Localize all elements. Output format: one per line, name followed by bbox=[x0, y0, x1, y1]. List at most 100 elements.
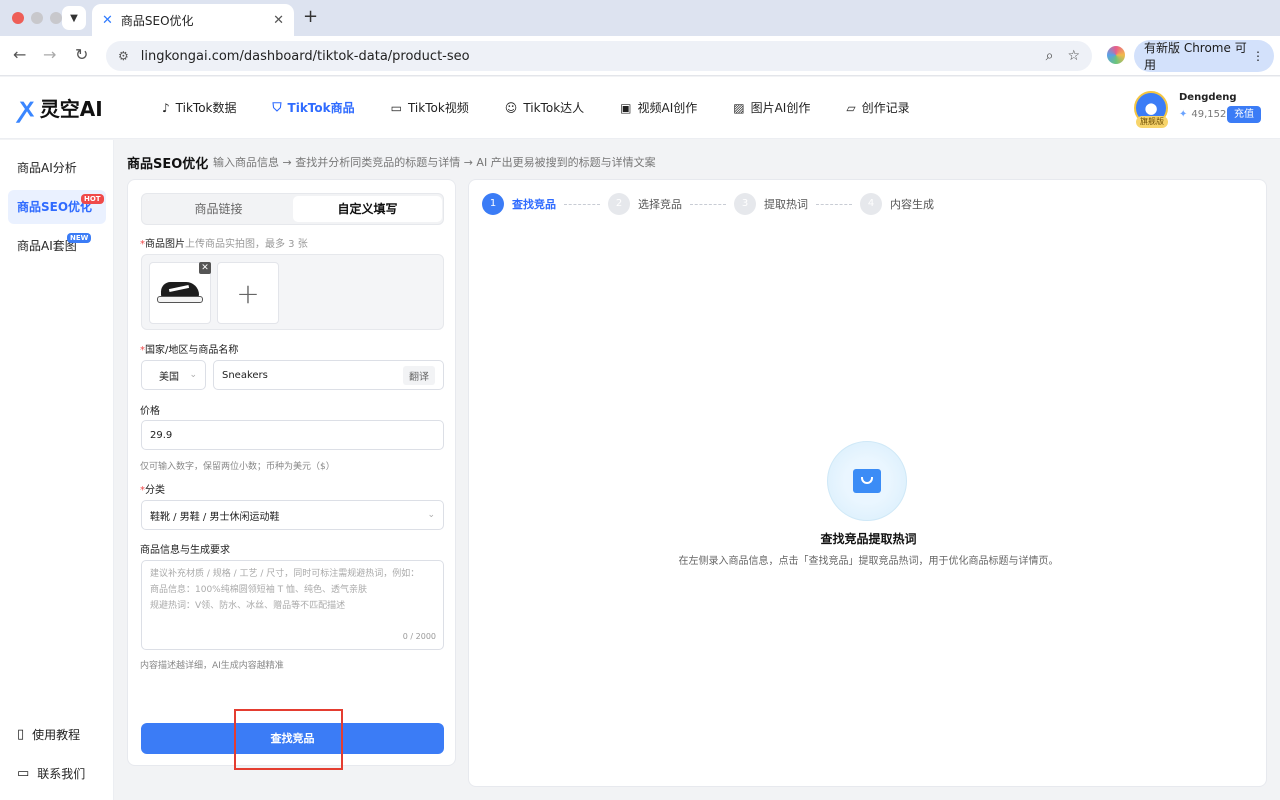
nav-video-ai[interactable]: ▣ 视频AI创作 bbox=[620, 99, 697, 116]
forward-arrow-icon[interactable]: → bbox=[43, 45, 56, 64]
folder-icon: ▱ bbox=[846, 100, 856, 115]
price-help: 仅可输入数字，保留两位小数；币种为美元（$） bbox=[140, 462, 335, 472]
browser-tab[interactable]: ✕ 商品SEO优化 ✕ bbox=[92, 4, 294, 36]
nav-history[interactable]: ▱ 创作记录 bbox=[846, 99, 909, 116]
character-count: 0 / 2000 bbox=[402, 632, 436, 641]
minimize-window-button[interactable] bbox=[31, 12, 43, 24]
sneaker-image bbox=[155, 280, 205, 306]
site-favicon-icon: ✕ bbox=[102, 12, 113, 28]
maximize-window-button[interactable] bbox=[50, 12, 62, 24]
step-label: 查找竞品 bbox=[512, 198, 556, 211]
tab-product-link[interactable]: 商品链接 bbox=[144, 196, 293, 222]
hot-tag: HOT bbox=[81, 194, 104, 204]
chrome-update-button[interactable]: 有新版 Chrome 可用 ⋮ bbox=[1134, 40, 1274, 72]
price-input[interactable]: 29.9 bbox=[141, 420, 444, 450]
category-value: 鞋靴 / 男鞋 / 男士休闲运动鞋 bbox=[150, 511, 280, 523]
browser-tab-bar: ▼ ✕ 商品SEO优化 ✕ + bbox=[0, 0, 1280, 36]
users-icon: ☺ bbox=[504, 100, 518, 115]
step-connector bbox=[564, 203, 600, 205]
nav-label: TikTok商品 bbox=[287, 101, 355, 115]
category-select[interactable]: 鞋靴 / 男鞋 / 男士休闲运动鞋 ⌄ bbox=[141, 500, 444, 530]
empty-state-description: 在左侧录入商品信息，点击「查找竞品」提取竞品热词，用于优化商品标题与详情页。 bbox=[678, 556, 1059, 567]
recharge-button[interactable]: 充值 bbox=[1227, 106, 1261, 123]
site-info-icon[interactable]: ⚙ bbox=[118, 49, 129, 63]
empty-state-title: 查找竞品提取热词 bbox=[820, 532, 917, 546]
chrome-update-label: 有新版 Chrome 可用 bbox=[1144, 41, 1247, 72]
sidebar: 商品AI分析 商品SEO优化 HOT 商品AI套图 NEW ▯ 使用教程 ▭ 联系我… bbox=[0, 140, 114, 800]
nav-label: 创作记录 bbox=[861, 101, 910, 115]
step-label: 选择竞品 bbox=[638, 198, 682, 211]
info-help: 内容描述越详细，AI生成内容越精准 bbox=[140, 661, 284, 671]
step-find-competitors[interactable]: 1 查找竞品 bbox=[482, 193, 556, 215]
sidebar-item-product-analysis[interactable]: 商品AI分析 bbox=[8, 151, 106, 185]
profile-extension-icon[interactable] bbox=[1107, 46, 1125, 64]
product-info-textarea[interactable]: 建议补充材质 / 规格 / 工艺 / 尺寸，同时可标注需规避热词，例如： 商品信… bbox=[141, 560, 444, 650]
placeholder-line: 商品信息：100%纯棉圆领短袖 T 恤、纯色、透气亲肤 bbox=[150, 585, 367, 595]
nav-image-ai[interactable]: ▨ 图片AI创作 bbox=[733, 99, 810, 116]
reload-icon[interactable]: ↻ bbox=[75, 45, 88, 64]
tab-search-button[interactable]: ▼ bbox=[62, 6, 86, 30]
tiktok-icon: ♪ bbox=[162, 100, 170, 115]
film-icon: ▣ bbox=[620, 100, 632, 115]
nav-label: TikTok达人 bbox=[523, 101, 585, 115]
browser-toolbar: ← → ↻ ⚙ lingkongai.com/dashboard/tiktok-… bbox=[0, 36, 1280, 76]
country-select[interactable]: 美国 ⌄ bbox=[141, 360, 206, 390]
logo[interactable]: ꭗ 灵空AI bbox=[20, 93, 103, 122]
points-balance: ✦ 49,152 bbox=[1179, 109, 1226, 120]
new-tab-button[interactable]: + bbox=[303, 6, 318, 27]
country-value: 美国 bbox=[159, 371, 179, 383]
product-name-input[interactable]: Sneakers 翻译 bbox=[213, 360, 444, 390]
step-number: 1 bbox=[482, 193, 504, 215]
sidebar-contact[interactable]: ▭ 联系我们 bbox=[17, 765, 85, 782]
url-text: lingkongai.com/dashboard/tiktok-data/pro… bbox=[140, 48, 470, 64]
user-name: Dengdeng bbox=[1179, 92, 1237, 103]
back-arrow-icon[interactable]: ← bbox=[13, 45, 26, 64]
nav-tiktok-videos[interactable]: ▭ TikTok视频 bbox=[391, 99, 469, 116]
placeholder-line: 建议补充材质 / 规格 / 工艺 / 尺寸，同时可标注需规避热词，例如： bbox=[150, 569, 420, 579]
nav-label: 图片AI创作 bbox=[750, 101, 811, 115]
nav-tiktok-data[interactable]: ♪ TikTok数据 bbox=[162, 99, 237, 116]
tab-title: 商品SEO优化 bbox=[120, 13, 194, 28]
page-description: 输入商品信息 → 查找并分析同类竞品的标题与详情 → AI 产出更易被搜到的标题… bbox=[213, 156, 656, 169]
sidebar-item-product-images[interactable]: 商品AI套图 bbox=[8, 229, 106, 263]
image-icon: ▨ bbox=[733, 100, 745, 115]
step-number: 3 bbox=[734, 193, 756, 215]
product-form-panel: 商品链接 自定义填写 *商品图片上传商品实拍图，最多 3 张 ✕ + *国家/地… bbox=[127, 179, 456, 766]
price-label: 价格 bbox=[140, 406, 160, 417]
image-label: 商品图片 bbox=[145, 239, 185, 250]
new-tag: NEW bbox=[67, 233, 92, 243]
close-tab-icon[interactable]: ✕ bbox=[273, 13, 284, 28]
step-generate-content[interactable]: 4 内容生成 bbox=[860, 193, 934, 215]
image-upload-area: ✕ + bbox=[141, 254, 444, 330]
step-label: 内容生成 bbox=[890, 198, 934, 211]
book-icon: ▯ bbox=[17, 727, 25, 742]
bookmark-star-icon[interactable]: ☆ bbox=[1067, 48, 1080, 64]
nav-tiktok-products[interactable]: ⛉ TikTok商品 bbox=[273, 99, 355, 116]
zoom-icon[interactable]: ⌕ bbox=[1046, 48, 1054, 64]
step-extract-keywords[interactable]: 3 提取热词 bbox=[734, 193, 808, 215]
country-label: 国家/地区与商品名称 bbox=[145, 345, 239, 356]
close-window-button[interactable] bbox=[12, 12, 24, 24]
nav-label: 视频AI创作 bbox=[637, 101, 698, 115]
nav-tiktok-creators[interactable]: ☺ TikTok达人 bbox=[505, 99, 584, 116]
add-image-button[interactable]: + bbox=[217, 262, 279, 324]
sidebar-bottom-label: 使用教程 bbox=[32, 728, 81, 742]
translate-button[interactable]: 翻译 bbox=[403, 365, 435, 385]
nav-label: TikTok视频 bbox=[407, 101, 469, 115]
step-label: 提取热词 bbox=[764, 198, 808, 211]
results-panel: 1 查找竞品 2 选择竞品 3 提取热词 4 内容生成 查找竞品提取热词 在左侧录入商品… bbox=[468, 179, 1267, 787]
top-nav: ♪ TikTok数据 ⛉ TikTok商品 ▭ TikTok视频 ☺ TikTok达人 … bbox=[162, 99, 946, 116]
chevron-down-icon: ⌄ bbox=[427, 510, 435, 520]
more-menu-icon[interactable]: ⋮ bbox=[1252, 49, 1264, 63]
chevron-down-icon: ⌄ bbox=[189, 370, 197, 380]
video-icon: ▭ bbox=[390, 100, 402, 115]
sidebar-tutorial[interactable]: ▯ 使用教程 bbox=[17, 726, 80, 743]
step-select-competitors[interactable]: 2 选择竞品 bbox=[608, 193, 682, 215]
tab-custom-input[interactable]: 自定义填写 bbox=[293, 196, 442, 222]
remove-image-icon[interactable]: ✕ bbox=[199, 262, 211, 274]
address-bar[interactable]: ⚙ lingkongai.com/dashboard/tiktok-data/p… bbox=[106, 41, 1092, 71]
bag-icon: ⛉ bbox=[272, 100, 282, 114]
logo-text: 灵空AI bbox=[39, 97, 103, 121]
info-label: 商品信息与生成要求 bbox=[140, 545, 230, 556]
progress-steps: 1 查找竞品 2 选择竞品 3 提取热词 4 内容生成 bbox=[482, 193, 934, 215]
